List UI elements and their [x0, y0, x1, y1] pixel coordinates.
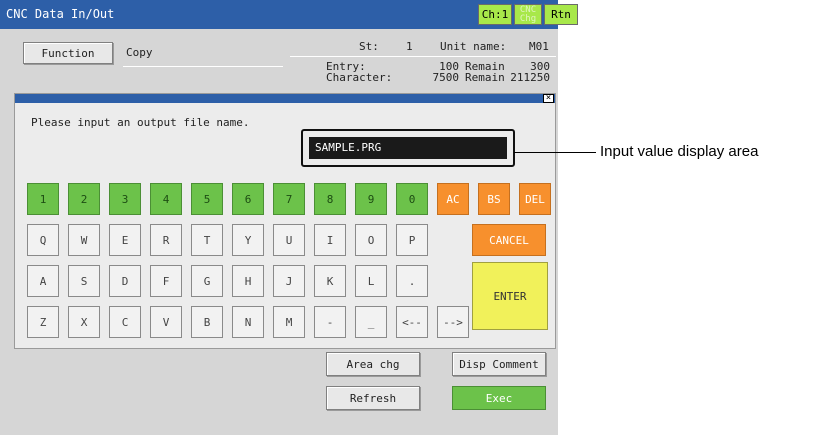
key-3[interactable]: 3 — [109, 183, 141, 215]
key-c[interactable]: C — [109, 306, 141, 338]
key-underscore[interactable]: _ — [355, 306, 387, 338]
key-e[interactable]: E — [109, 224, 141, 256]
key-minus[interactable]: - — [314, 306, 346, 338]
key-9[interactable]: 9 — [355, 183, 387, 215]
dialog-prompt: Please input an output file name. — [31, 116, 250, 129]
key-a[interactable]: A — [27, 265, 59, 297]
key-1[interactable]: 1 — [27, 183, 59, 215]
exec-button[interactable]: Exec — [452, 386, 546, 410]
key-d[interactable]: D — [109, 265, 141, 297]
key-m[interactable]: M — [273, 306, 305, 338]
cnc-chg-label-bottom: Chg — [519, 13, 537, 24]
key-r[interactable]: R — [150, 224, 182, 256]
key-b[interactable]: B — [191, 306, 223, 338]
key-cursor-right[interactable]: --> — [437, 306, 469, 338]
key-6[interactable]: 6 — [232, 183, 264, 215]
character-remain-label: Remain — [465, 71, 505, 84]
cnc-chg-button[interactable]: CNC Chg — [514, 4, 542, 25]
st-label: St: — [359, 40, 379, 53]
key-k[interactable]: K — [314, 265, 346, 297]
key-w[interactable]: W — [68, 224, 100, 256]
key-0[interactable]: 0 — [396, 183, 428, 215]
area-chg-button[interactable]: Area chg — [326, 352, 420, 376]
key-x[interactable]: X — [68, 306, 100, 338]
cancel-button[interactable]: CANCEL — [472, 224, 546, 256]
key-v[interactable]: V — [150, 306, 182, 338]
title-bar: CNC Data In/Out — [0, 0, 558, 29]
key-n[interactable]: N — [232, 306, 264, 338]
key-p[interactable]: P — [396, 224, 428, 256]
character-value: 7500 — [432, 71, 460, 84]
function-button[interactable]: Function — [23, 42, 113, 64]
key-period[interactable]: . — [396, 265, 428, 297]
key-i[interactable]: I — [314, 224, 346, 256]
key-y[interactable]: Y — [232, 224, 264, 256]
key-o[interactable]: O — [355, 224, 387, 256]
channel-button[interactable]: Ch:1 — [478, 4, 512, 25]
key-2[interactable]: 2 — [68, 183, 100, 215]
function-underline — [123, 66, 283, 67]
status-underline — [290, 56, 556, 57]
unit-name-label: Unit name: — [440, 40, 507, 53]
close-icon[interactable]: × — [543, 94, 554, 103]
key-h[interactable]: H — [232, 265, 264, 297]
key-g[interactable]: G — [191, 265, 223, 297]
dialog-title-bar — [15, 94, 555, 103]
input-value-display: SAMPLE.PRG — [309, 137, 507, 159]
return-button[interactable]: Rtn — [544, 4, 578, 25]
disp-comment-button[interactable]: Disp Comment — [452, 352, 546, 376]
key-5[interactable]: 5 — [191, 183, 223, 215]
key-z[interactable]: Z — [27, 306, 59, 338]
callout-leader-line — [514, 152, 596, 153]
st-value: 1 — [406, 40, 413, 53]
function-value: Copy — [126, 46, 153, 59]
ac-key[interactable]: AC — [437, 183, 469, 215]
unit-name-value: M01 — [529, 40, 549, 53]
key-l[interactable]: L — [355, 265, 387, 297]
character-remain-value: 211250 — [510, 71, 550, 84]
key-f[interactable]: F — [150, 265, 182, 297]
enter-button[interactable]: ENTER — [472, 262, 548, 330]
character-label: Character: — [326, 71, 393, 84]
key-u[interactable]: U — [273, 224, 305, 256]
bs-key[interactable]: BS — [478, 183, 510, 215]
key-cursor-left[interactable]: <-- — [396, 306, 428, 338]
callout-label: Input value display area — [600, 143, 759, 160]
refresh-button[interactable]: Refresh — [326, 386, 420, 410]
key-4[interactable]: 4 — [150, 183, 182, 215]
input-display-frame: SAMPLE.PRG — [301, 129, 515, 167]
key-j[interactable]: J — [273, 265, 305, 297]
window-title: CNC Data In/Out — [6, 7, 115, 21]
key-8[interactable]: 8 — [314, 183, 346, 215]
file-name-input-dialog: × Please input an output file name. SAMP… — [14, 93, 556, 349]
key-q[interactable]: Q — [27, 224, 59, 256]
key-7[interactable]: 7 — [273, 183, 305, 215]
key-s[interactable]: S — [68, 265, 100, 297]
key-t[interactable]: T — [191, 224, 223, 256]
del-key[interactable]: DEL — [519, 183, 551, 215]
